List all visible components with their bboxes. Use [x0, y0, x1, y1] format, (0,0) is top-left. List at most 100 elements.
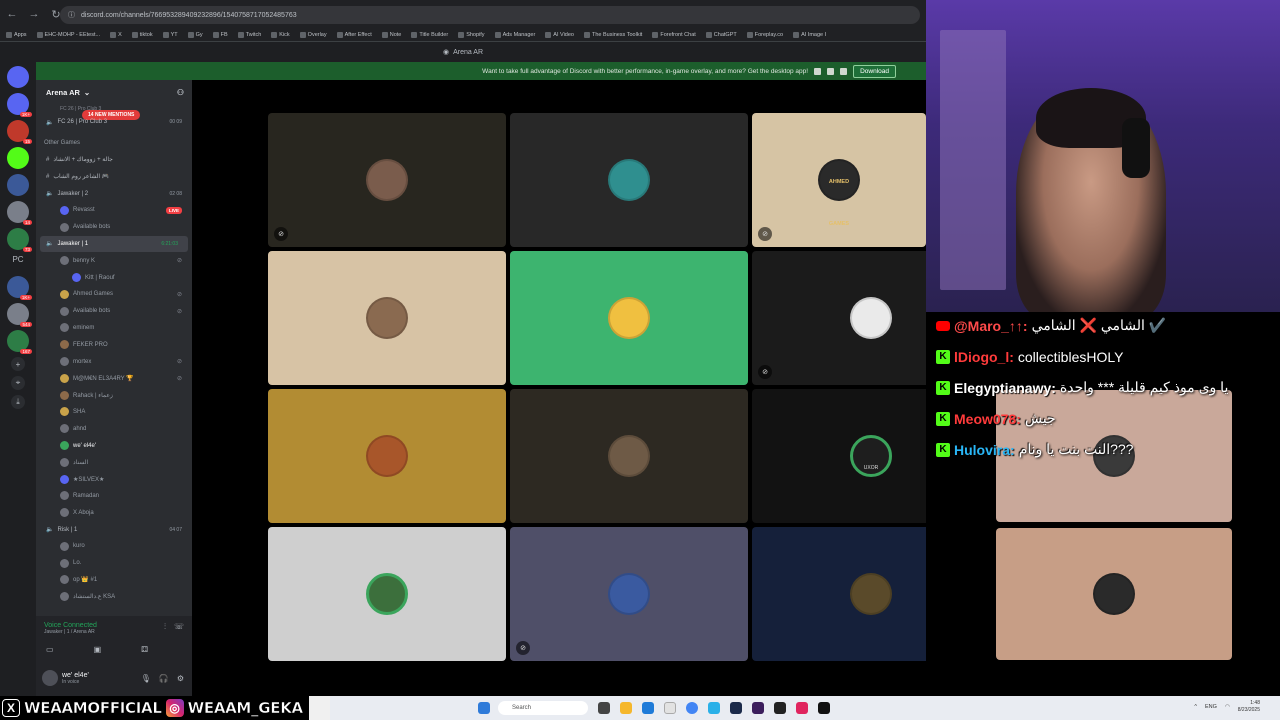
voice-user[interactable]: Ahmed Games ⊘: [36, 286, 192, 303]
server-icon[interactable]: 1K+: [7, 93, 32, 117]
wifi-icon[interactable]: ◠: [1225, 704, 1230, 710]
obs-icon[interactable]: [774, 702, 786, 714]
bookmark[interactable]: Foreplay.co: [746, 31, 783, 38]
bookmark[interactable]: After Effect: [336, 31, 372, 38]
forward-icon[interactable]: →: [28, 8, 40, 20]
bookmark[interactable]: The Business Toolkit: [583, 31, 642, 38]
voice-user[interactable]: Ramadan: [36, 488, 192, 505]
discover-icon[interactable]: ⌖: [11, 376, 25, 390]
url-field[interactable]: ⓘ discord.com/channels/76695328940923289…: [60, 6, 920, 24]
channel-arabic-2[interactable]: # الشاعر روم الشاب 🎮: [36, 168, 192, 185]
participant-tile[interactable]: [510, 113, 748, 247]
bookmark[interactable]: YT: [162, 31, 178, 38]
activity-icon[interactable]: ⚃: [141, 645, 148, 654]
participant-tile[interactable]: ⊘: [752, 251, 926, 385]
server-icon[interactable]: [7, 147, 29, 169]
tray-chevron-icon[interactable]: ^: [1194, 704, 1197, 710]
noise-icon[interactable]: ⫶: [164, 622, 166, 632]
participant-tile[interactable]: [752, 527, 926, 661]
discord-home-icon[interactable]: [7, 66, 29, 88]
participant-tile[interactable]: ⊘: [510, 527, 748, 661]
server-icon[interactable]: 14: [7, 201, 32, 225]
voice-user[interactable]: Available bots: [36, 219, 192, 236]
language-indicator[interactable]: ENG: [1205, 704, 1217, 710]
voice-user[interactable]: eminem: [36, 320, 192, 337]
voice-user[interactable]: ★SILVEX★: [36, 471, 192, 488]
category-other-games[interactable]: Other Games: [36, 135, 192, 152]
voice-user[interactable]: Lo.: [36, 555, 192, 572]
channel-risk-1[interactable]: 🔈 Risk | 1 04 07: [36, 521, 192, 538]
app-icon[interactable]: [796, 702, 808, 714]
participant-tile[interactable]: UXOR: [752, 389, 926, 523]
disconnect-icon[interactable]: ☏: [174, 622, 184, 632]
voice-user[interactable]: ع.دالستشاد KSA: [36, 588, 192, 605]
clock[interactable]: 1:48 8/23/2025: [1238, 700, 1260, 714]
bookmark[interactable]: Forefront Chat: [652, 31, 696, 38]
participant-tile[interactable]: [268, 389, 506, 523]
bookmark[interactable]: Note: [381, 31, 401, 38]
bookmark[interactable]: Apps: [6, 31, 27, 38]
participant-tile[interactable]: [268, 251, 506, 385]
screen-share-icon[interactable]: ▣: [94, 645, 102, 654]
voice-user[interactable]: Available bots ⊘: [36, 303, 192, 320]
store-icon[interactable]: [664, 702, 676, 714]
camera-icon[interactable]: ▭: [46, 645, 54, 654]
bookmark[interactable]: Title Builder: [411, 31, 448, 38]
channel-jawaker-1[interactable]: 🔈 Jawaker | 1 6:21:03: [40, 235, 188, 253]
voice-user[interactable]: op 👑 #1: [36, 572, 192, 589]
voice-user[interactable]: Kitt | Raouf: [36, 269, 192, 286]
server-icon[interactable]: 15: [7, 120, 32, 144]
after-effects-icon[interactable]: [752, 702, 764, 714]
voice-user[interactable]: SHA: [36, 404, 192, 421]
taskbar-search[interactable]: Search: [498, 701, 588, 715]
bookmark[interactable]: Kick: [271, 31, 290, 38]
app-icon[interactable]: [708, 702, 720, 714]
channel-arabic-1[interactable]: # جالة + زووماك + الانشاد: [36, 152, 192, 169]
download-apps-icon[interactable]: ⤓: [11, 395, 25, 409]
microphone-icon[interactable]: 🎙: [141, 674, 151, 683]
voice-user[interactable]: kuro: [36, 538, 192, 555]
start-icon[interactable]: [478, 702, 490, 714]
server-icon[interactable]: 544: [7, 303, 32, 327]
bookmark[interactable]: ChatGPT: [705, 31, 737, 38]
back-icon[interactable]: ←: [6, 8, 18, 20]
server-header[interactable]: Arena AR ⌄ ⚇: [36, 80, 192, 104]
site-info-icon[interactable]: ⓘ: [68, 10, 75, 20]
voice-user[interactable]: we' el4e': [36, 437, 192, 454]
channel-jawaker-2[interactable]: 🔈 Jawaker | 2 02 08: [36, 185, 192, 202]
bookmark[interactable]: tiktok: [131, 31, 153, 38]
tiktok-icon[interactable]: [818, 702, 830, 714]
bookmark[interactable]: X: [110, 31, 122, 38]
gear-icon[interactable]: ⚙: [177, 674, 184, 683]
premiere-icon[interactable]: [730, 702, 742, 714]
participant-tile[interactable]: [268, 527, 506, 661]
members-icon[interactable]: ⚇: [177, 88, 184, 97]
file-explorer-icon[interactable]: [620, 702, 632, 714]
bookmark[interactable]: EHC-MOHP - EEtest...: [36, 31, 100, 38]
participant-tile[interactable]: AHMED GAMES ⊘: [752, 113, 926, 247]
voice-user[interactable]: benny K ⊘: [36, 252, 192, 269]
headphones-icon[interactable]: 🎧: [159, 674, 169, 683]
bookmark[interactable]: AI Image I: [793, 31, 826, 38]
voice-user[interactable]: morteх ⊘: [36, 353, 192, 370]
bookmark[interactable]: Overlay: [299, 31, 327, 38]
participant-tile[interactable]: ⊘: [268, 113, 506, 247]
channel-fc26[interactable]: 🔈 FC 26 | Pro Club 3 00 09: [36, 114, 192, 131]
server-icon[interactable]: [7, 174, 29, 196]
bookmark[interactable]: Ads Manager: [494, 31, 535, 38]
voice-user[interactable]: Revasst LIVE: [36, 202, 192, 219]
participant-tile[interactable]: [510, 389, 748, 523]
voice-user[interactable]: ahnd: [36, 420, 192, 437]
download-button[interactable]: Download: [853, 64, 896, 78]
bookmark[interactable]: Gy: [187, 31, 203, 38]
add-server-icon[interactable]: +: [11, 357, 25, 371]
server-folder-label[interactable]: PC: [12, 255, 23, 271]
bookmark[interactable]: Twitch: [237, 31, 261, 38]
participant-tile[interactable]: [996, 528, 1232, 660]
server-icon[interactable]: 1K+: [7, 276, 32, 300]
chrome-icon[interactable]: [686, 702, 698, 714]
bookmark[interactable]: AI Video: [545, 31, 574, 38]
bookmark[interactable]: Shopify: [458, 31, 485, 38]
edge-icon[interactable]: [642, 702, 654, 714]
voice-user[interactable]: السناد: [36, 454, 192, 471]
